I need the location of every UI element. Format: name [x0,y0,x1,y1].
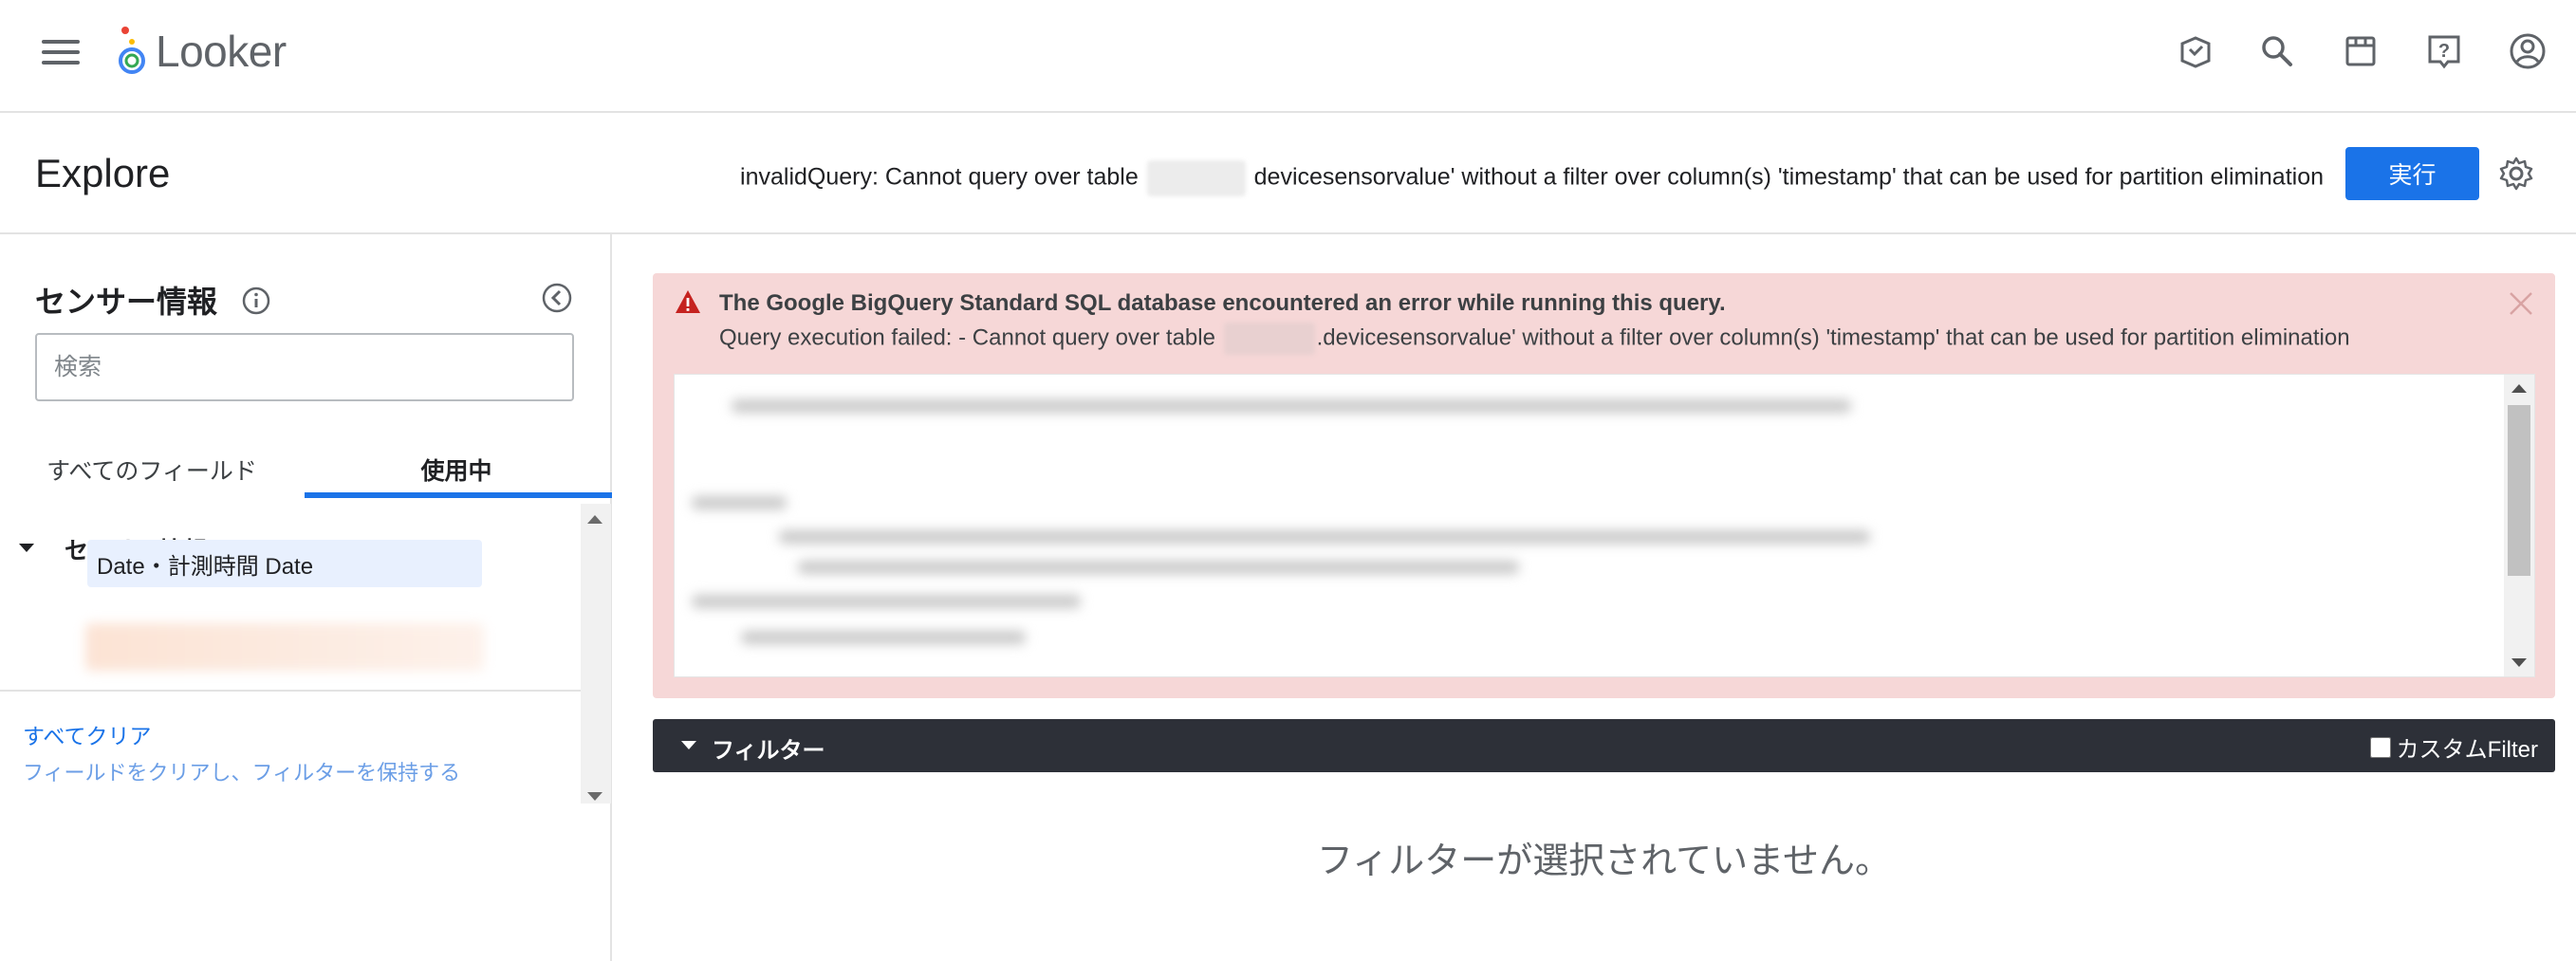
run-button[interactable]: 実行 [2345,147,2479,200]
field-picker-panel: センサー情報 すべてのフィールド 使用中 センサー情報 Date・計測時間 Da… [0,234,612,961]
explore-header: Explore invalidQuery: Cannot query over … [0,113,2576,234]
field-picker-title: センサー情報 [35,285,218,319]
marketplace-icon[interactable] [2338,28,2383,74]
scroll-down-arrow-icon[interactable] [2511,658,2527,667]
sql-scrollbar-thumb[interactable] [2508,405,2530,576]
info-icon[interactable] [241,286,271,316]
svg-text:?: ? [2438,41,2450,62]
error-title: The Google BigQuery Standard SQL databas… [719,290,1726,316]
account-icon[interactable] [2505,28,2550,74]
scroll-down-arrow-icon[interactable] [587,792,602,801]
field-tabs: すべてのフィールド 使用中 [0,439,612,500]
gear-icon[interactable] [2497,155,2535,193]
redacted-sql-line [798,561,1519,574]
redacted-table-name [1223,323,1315,355]
inline-error-suffix: devicesensorvalue' without a filter over… [1253,163,2324,191]
brand-name: Looker [156,27,287,76]
error-message: Query execution failed: - Cannot query o… [719,323,2350,355]
collapse-panel-icon[interactable] [541,282,573,314]
error-message-prefix: Query execution failed: - Cannot query o… [719,324,1215,351]
menu-icon[interactable] [42,38,80,66]
selected-field-item[interactable]: Date・計測時間 Date [87,540,482,587]
filter-section-label[interactable]: フィルター [712,731,825,765]
sql-query-pane[interactable] [674,374,2535,677]
redacted-field-item [85,623,484,671]
inline-error-prefix: invalidQuery: Cannot query over table [740,163,1139,191]
warning-icon [674,288,702,315]
redacted-sql-line [779,530,1870,544]
looker-logo[interactable]: Looker [114,23,287,80]
custom-filter-toggle[interactable]: カスタムFilter [2369,730,2538,764]
custom-filter-checkbox[interactable] [2369,736,2391,758]
no-filters-message: フィルターが選択されていません。 [1317,841,1891,881]
learning-icon[interactable] [2173,28,2218,74]
scroll-up-arrow-icon[interactable] [587,515,602,524]
redacted-table-name [1146,160,1246,196]
sql-scrollbar[interactable] [2504,375,2534,676]
active-tab-indicator [305,492,612,498]
tab-all-fields[interactable]: すべてのフィールド [0,439,304,500]
caret-down-icon[interactable] [19,544,34,552]
caret-down-icon[interactable] [681,741,696,749]
divider [0,690,581,692]
field-list-scrollbar[interactable] [581,504,611,804]
clear-all-link[interactable]: すべてクリア [23,718,151,750]
redacted-sql-line [692,595,1081,608]
search-icon[interactable] [2254,28,2300,74]
top-navigation-bar: Looker ? [0,0,2576,113]
tab-in-use[interactable]: 使用中 [305,439,608,500]
redacted-sql-line [741,631,1026,644]
error-message-suffix: .devicesensorvalue' without a filter ove… [1316,324,2350,351]
inline-error-message: invalidQuery: Cannot query over table de… [740,160,2324,196]
clear-fields-keep-filters-link[interactable]: フィールドをクリアし、フィルターを保持する [23,756,460,786]
filter-section-header[interactable]: フィルター カスタムFilter [653,719,2555,772]
scroll-up-arrow-icon[interactable] [2511,384,2527,393]
custom-filter-label[interactable]: カスタムFilter [2397,730,2538,764]
page-title: Explore [35,151,171,195]
help-icon[interactable]: ? [2421,28,2467,74]
close-icon[interactable] [2506,288,2536,319]
redacted-sql-line [692,496,787,509]
looker-logo-icon [119,27,145,74]
redacted-sql-line [732,399,1851,413]
field-search-input[interactable] [35,333,574,401]
error-panel: The Google BigQuery Standard SQL databas… [653,273,2555,698]
